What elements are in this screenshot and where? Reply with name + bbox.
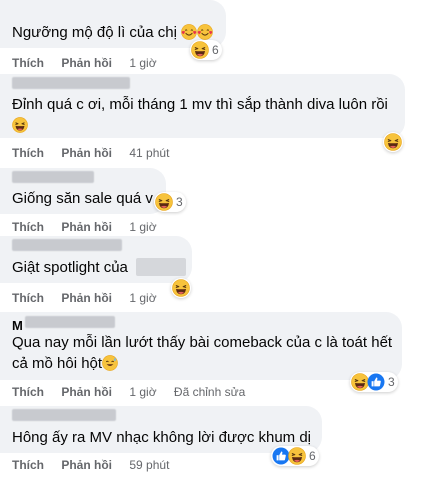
timestamp[interactable]: 1 giờ	[129, 385, 156, 399]
comment-actions: Thích Phản hồi 1 giờ	[12, 291, 171, 305]
comment-bubble[interactable]: Hông ấy ra MV nhạc không lời được khum d…	[0, 406, 322, 453]
reply-link[interactable]: Phản hồi	[61, 385, 112, 399]
timestamp[interactable]: 41 phút	[129, 146, 169, 160]
reaction-count: 3	[176, 195, 183, 209]
author-name[interactable]	[12, 239, 122, 251]
comment-bubble[interactable]: Đỉnh quá c ơi, mỗi tháng 1 mv thì sắp th…	[0, 74, 405, 138]
like-icon	[367, 373, 385, 391]
comment-actions: Thích Phản hồi 59 phút	[12, 458, 183, 472]
reaction-count: 6	[212, 43, 219, 57]
reaction-summary[interactable]: 3	[350, 372, 398, 392]
reaction-summary[interactable]: 3	[154, 192, 186, 212]
comment-text-line-2: cả mồ hôi hột	[12, 355, 103, 372]
reply-link[interactable]: Phản hồi	[61, 146, 112, 160]
timestamp[interactable]: 59 phút	[129, 458, 169, 472]
haha-icon	[155, 193, 173, 211]
author-name[interactable]	[25, 316, 115, 328]
haha-icon	[191, 41, 209, 59]
smiling-hearts-emoji-icon	[181, 24, 197, 40]
timestamp[interactable]: 1 giờ	[129, 291, 156, 305]
reply-link[interactable]: Phản hồi	[61, 220, 112, 234]
author-name[interactable]	[12, 409, 116, 421]
reply-link[interactable]: Phản hồi	[61, 291, 112, 305]
like-link[interactable]: Thích	[12, 385, 44, 399]
like-link[interactable]: Thích	[12, 56, 44, 70]
like-link[interactable]: Thích	[12, 458, 44, 472]
comment-text: Giống săn sale quá v	[12, 190, 153, 207]
comment-actions: Thích Phản hồi 41 phút	[12, 146, 183, 160]
reaction-summary[interactable]	[171, 278, 191, 298]
haha-icon	[288, 447, 306, 465]
comment-actions: Thích Phản hồi 1 giờ	[12, 220, 171, 234]
comment-text: Ngưỡng mộ độ lì của chị	[12, 24, 177, 41]
comment-bubble[interactable]: Giật spotlight của	[0, 236, 192, 283]
comment-text: Hông ấy ra MV nhạc không lời được khum d…	[12, 429, 312, 446]
comment-actions: Thích Phản hồi 1 giờ Đã chỉnh sửa	[12, 385, 259, 399]
smiling-hearts-emoji-icon	[197, 24, 213, 40]
comment-text-line-1: Qua nay mỗi lần lướt thấy bài comeback c…	[12, 334, 393, 351]
comment-bubble[interactable]: M Qua nay mỗi lần lướt thấy bài comeback…	[0, 312, 402, 380]
edited-label[interactable]: Đã chỉnh sửa	[174, 385, 245, 399]
laughing-tears-emoji-icon	[12, 117, 28, 133]
reply-link[interactable]: Phản hồi	[61, 458, 112, 472]
comment-text: Đỉnh quá c ơi, mỗi tháng 1 mv thì sắp th…	[12, 96, 388, 113]
comment-actions: Thích Phản hồi 1 giờ	[12, 56, 171, 70]
reaction-count: 6	[309, 449, 316, 463]
comment-text: Giật spotlight của	[12, 259, 128, 276]
haha-icon	[384, 133, 402, 151]
author-name[interactable]	[12, 171, 94, 183]
reply-link[interactable]: Phản hồi	[61, 56, 112, 70]
timestamp[interactable]: 1 giờ	[129, 220, 156, 234]
reaction-summary[interactable]: 6	[271, 446, 319, 466]
reaction-summary[interactable]	[383, 132, 403, 152]
author-name[interactable]	[12, 77, 130, 89]
comment-bubble[interactable]: Giống săn sale quá v	[0, 168, 166, 214]
redacted-tag	[136, 258, 187, 276]
like-link[interactable]: Thích	[12, 291, 44, 305]
reaction-count: 3	[388, 375, 395, 389]
grinning-sweat-emoji-icon	[102, 355, 118, 371]
timestamp[interactable]: 1 giờ	[129, 56, 156, 70]
like-link[interactable]: Thích	[12, 220, 44, 234]
haha-icon	[172, 279, 190, 297]
reaction-summary[interactable]: 6	[190, 40, 222, 60]
like-link[interactable]: Thích	[12, 146, 44, 160]
